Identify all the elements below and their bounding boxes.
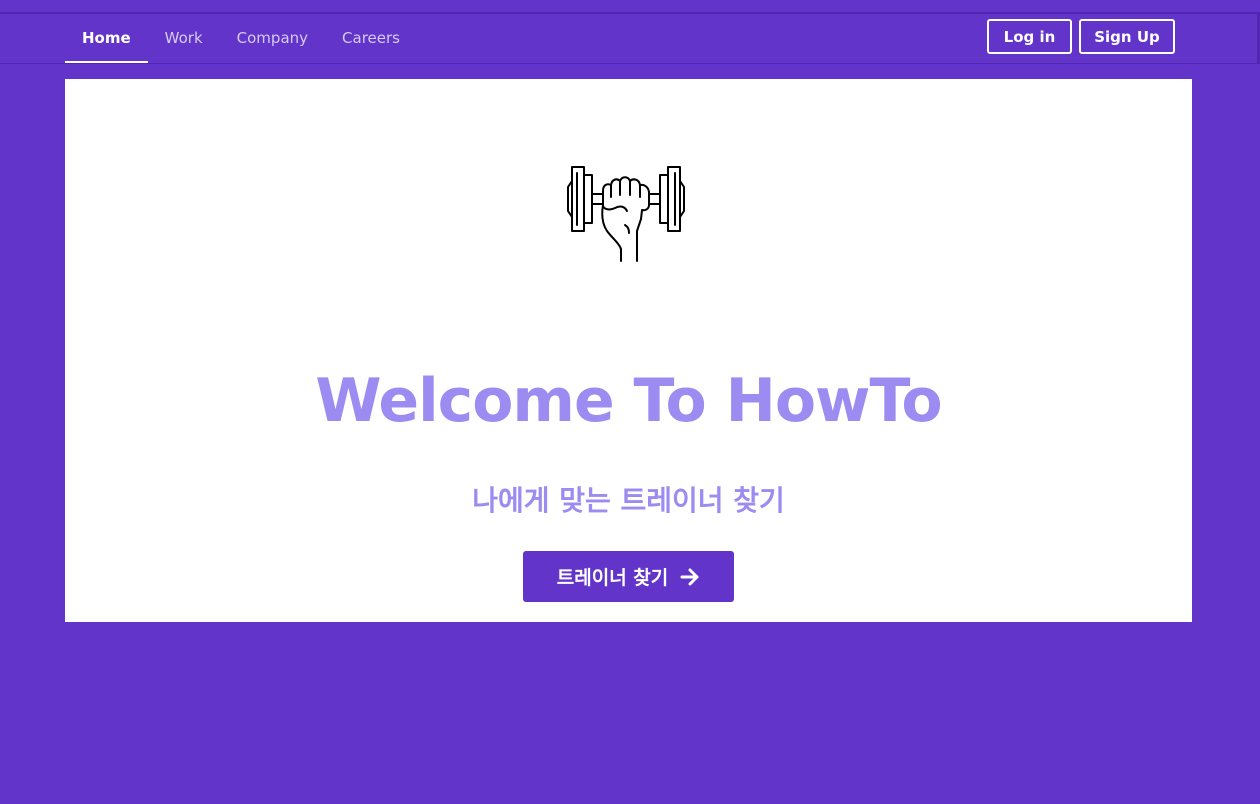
navbar: Home Work Company Careers Log in Sign Up [0,14,1260,64]
auth-buttons: Log in Sign Up [987,19,1175,54]
hero-panel: Welcome To HowTo 나에게 맞는 트레이너 찾기 트레이너 찾기 [65,79,1192,622]
login-button[interactable]: Log in [987,19,1072,54]
arrow-right-icon [680,568,700,586]
hero-title: Welcome To HowTo [315,366,942,436]
nav-links: Home Work Company Careers [65,14,417,63]
find-trainer-label: 트레이너 찾기 [556,567,669,589]
nav-link-work[interactable]: Work [148,14,220,63]
dumbbell-fist-icon [565,161,695,265]
nav-link-company[interactable]: Company [220,14,325,63]
top-accent-bar [0,0,1260,14]
nav-link-home[interactable]: Home [65,14,148,63]
find-trainer-button[interactable]: 트레이너 찾기 [523,551,734,602]
signup-button[interactable]: Sign Up [1079,19,1175,54]
nav-link-careers[interactable]: Careers [325,14,417,63]
hero-subtitle: 나에게 맞는 트레이너 찾기 [472,484,785,517]
